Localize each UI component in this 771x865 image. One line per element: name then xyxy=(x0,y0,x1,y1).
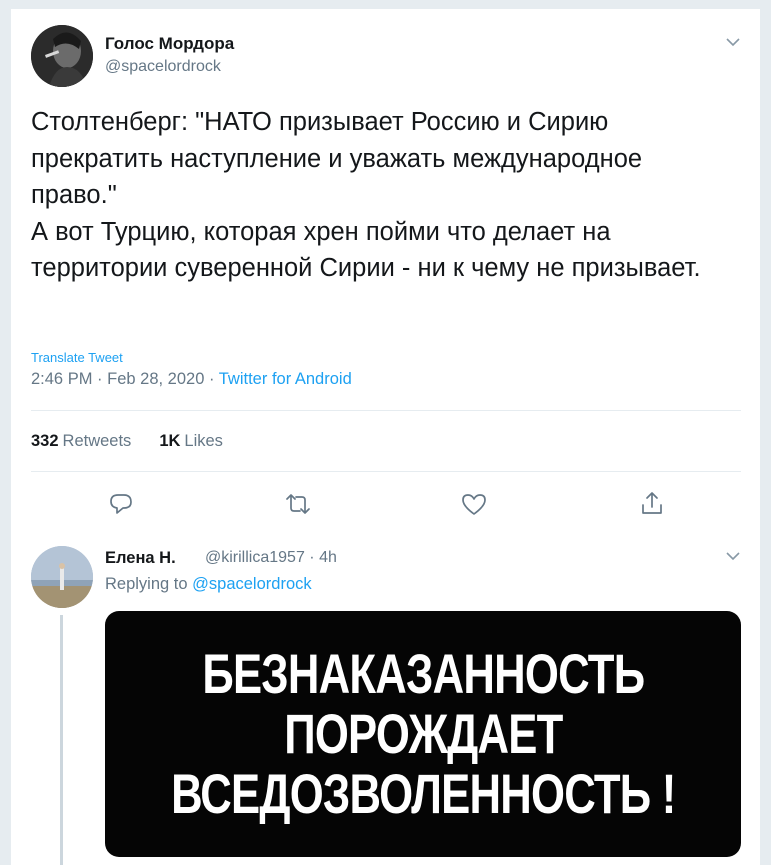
retweets-label: Retweets xyxy=(62,432,132,450)
author-avatar[interactable] xyxy=(31,25,93,87)
likes-label: Likes xyxy=(184,432,223,450)
author-name[interactable]: Голос Мордора xyxy=(105,34,234,54)
avatar-image-icon xyxy=(31,546,93,608)
tweet-actions xyxy=(11,489,762,529)
meta-separator: · xyxy=(97,370,108,388)
image-text-line-3: ВСЕДОЗВОЛЕННОСТЬ ! xyxy=(170,762,676,825)
tweet-source[interactable]: Twitter for Android xyxy=(219,370,352,388)
main-tweet: Голос Мордора @spacelordrock Столтенберг… xyxy=(10,8,761,541)
meta-separator: · xyxy=(208,370,219,388)
translate-tweet-link[interactable]: Translate Tweet xyxy=(31,350,123,365)
tweet-time[interactable]: 2:46 PM xyxy=(31,370,92,388)
chevron-down-icon[interactable] xyxy=(722,545,744,567)
thread-line xyxy=(60,615,63,865)
chevron-down-icon[interactable] xyxy=(722,31,744,53)
likes-count: 1K xyxy=(159,432,181,450)
author-handle[interactable]: @spacelordrock xyxy=(105,58,221,76)
retweets-stat[interactable]: 332 Retweets xyxy=(31,432,131,451)
reply-author-avatar[interactable] xyxy=(31,546,93,608)
tweet-stats: 332 Retweets 1K Likes xyxy=(31,432,223,451)
reply-author-handle[interactable]: @kirillica1957 xyxy=(205,549,305,566)
divider xyxy=(31,471,741,472)
reply-tweet: Елена Н. @kirillica1957 · 4h Replying to… xyxy=(10,533,761,865)
reply-image[interactable]: БЕЗНАКАЗАННОСТЬ ПОРОЖДАЕТ ВСЕДОЗВОЛЕННОС… xyxy=(105,611,741,857)
reply-handle-line: @kirillica1957 · 4h xyxy=(205,549,337,567)
tweet-text: Столтенберг: "НАТО призывает Россию и Си… xyxy=(31,108,701,282)
image-text-line-2: ПОРОЖДАЕТ xyxy=(283,702,563,765)
share-icon[interactable] xyxy=(637,489,667,519)
divider xyxy=(31,410,741,411)
tweet-date[interactable]: Feb 28, 2020 xyxy=(107,370,204,388)
retweet-icon[interactable] xyxy=(283,489,313,519)
avatar-image-icon xyxy=(31,25,93,87)
image-text-line-1: БЕЗНАКАЗАННОСТЬ xyxy=(202,642,645,705)
tweet-meta: 2:46 PM · Feb 28, 2020 · Twitter for And… xyxy=(31,370,352,389)
reply-icon[interactable] xyxy=(106,489,136,519)
reply-author-name[interactable]: Елена Н. xyxy=(105,549,176,568)
likes-stat[interactable]: 1K Likes xyxy=(159,432,223,451)
replying-to-label: Replying to xyxy=(105,575,188,593)
replying-to: Replying to @spacelordrock xyxy=(105,575,312,594)
replying-to-handle[interactable]: @spacelordrock xyxy=(192,575,311,593)
reply-time-ago[interactable]: 4h xyxy=(319,549,337,566)
meta-separator: · xyxy=(309,549,320,566)
like-icon[interactable] xyxy=(459,489,489,519)
retweets-count: 332 xyxy=(31,432,59,450)
